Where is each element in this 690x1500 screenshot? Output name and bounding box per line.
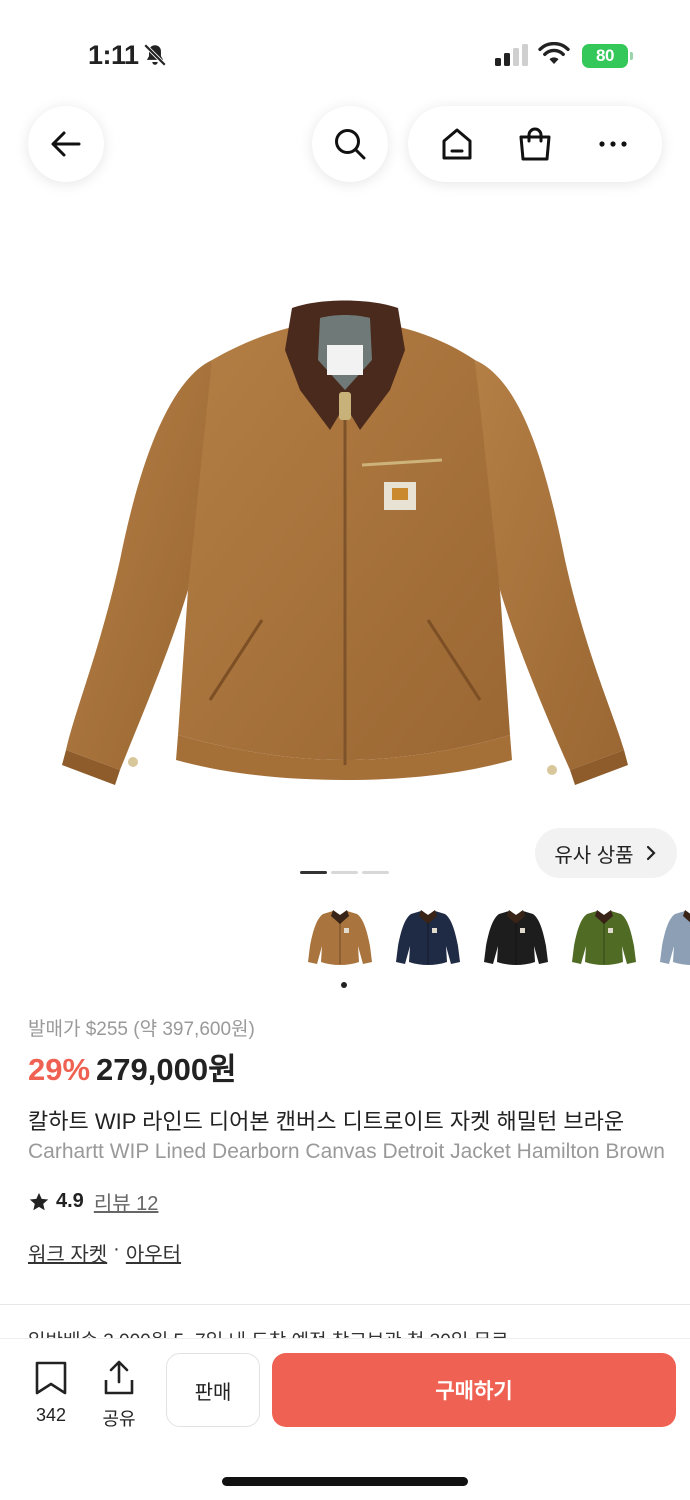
rating: 4.9 리뷰 12 bbox=[28, 1187, 158, 1216]
selected-thumbnail-indicator bbox=[341, 982, 347, 988]
search-icon bbox=[335, 129, 366, 160]
rating-score: 4.9 bbox=[56, 1190, 84, 1212]
color-thumbnail-navy[interactable] bbox=[393, 898, 463, 976]
discount-rate: 29% bbox=[28, 1052, 91, 1087]
more-button[interactable] bbox=[595, 126, 631, 162]
home-icon bbox=[442, 128, 472, 160]
wifi-icon bbox=[538, 42, 570, 64]
color-thumbnail-hamilton-brown[interactable] bbox=[305, 898, 375, 976]
current-price: 279,000원 bbox=[96, 1052, 237, 1087]
image-pagination bbox=[300, 871, 389, 874]
color-thumbnails bbox=[305, 898, 690, 976]
page-dot[interactable] bbox=[362, 871, 389, 874]
bookmark-button[interactable]: 342 bbox=[28, 1360, 74, 1426]
color-thumbnail-blue-gray[interactable] bbox=[657, 898, 690, 976]
home-button[interactable] bbox=[439, 126, 475, 162]
jacket-thumbnail-image bbox=[660, 910, 690, 965]
jacket-thumbnail-image bbox=[396, 910, 460, 965]
color-thumbnail-black[interactable] bbox=[481, 898, 551, 976]
home-indicator bbox=[222, 1477, 468, 1486]
sell-button[interactable]: 판매 bbox=[166, 1353, 260, 1427]
jacket-thumbnail-image bbox=[484, 910, 548, 965]
price-row: 29% 279,000원 bbox=[28, 1044, 237, 1089]
product-image[interactable] bbox=[0, 230, 690, 830]
share-icon bbox=[104, 1360, 134, 1395]
product-title-en: Carhartt WIP Lined Dearborn Canvas Detro… bbox=[28, 1140, 665, 1163]
jacket-thumbnail-image bbox=[308, 910, 372, 965]
reviews-link[interactable]: 리뷰 12 bbox=[94, 1187, 159, 1216]
cellular-signal-icon bbox=[495, 44, 528, 66]
star-icon bbox=[29, 1192, 49, 1210]
page-dot[interactable] bbox=[331, 871, 358, 874]
chevron-right-icon bbox=[646, 845, 656, 861]
shopping-bag-icon bbox=[519, 127, 551, 161]
category-link-work-jacket[interactable]: 워크 자켓 bbox=[28, 1238, 107, 1267]
similar-products-label: 유사 상품 bbox=[554, 844, 634, 867]
buy-button[interactable]: 구매하기 bbox=[272, 1353, 676, 1427]
share-button[interactable]: 공유 bbox=[96, 1360, 142, 1431]
section-divider bbox=[0, 1304, 690, 1305]
status-bar: 1:11 80 bbox=[0, 0, 690, 110]
release-price: 발매가 $255 (약 397,600원) bbox=[28, 1019, 255, 1040]
arrow-left-icon bbox=[51, 131, 81, 157]
status-time: 1:11 bbox=[88, 40, 139, 70]
search-button[interactable] bbox=[312, 106, 388, 182]
share-label: 공유 bbox=[102, 1409, 136, 1429]
bookmark-icon bbox=[35, 1361, 67, 1395]
more-horizontal-icon bbox=[599, 141, 627, 147]
category-separator: · bbox=[113, 1238, 120, 1260]
page-dot-active[interactable] bbox=[300, 871, 327, 874]
similar-products-button[interactable]: 유사 상품 bbox=[535, 828, 677, 878]
nav-action-group bbox=[408, 106, 662, 182]
category-link-outer[interactable]: 아우터 bbox=[126, 1238, 181, 1267]
product-title-ko: 칼하트 WIP 라인드 디어본 캔버스 디트로이트 자켓 해밀턴 브라운 bbox=[28, 1109, 625, 1134]
jacket-thumbnail-image bbox=[572, 910, 636, 965]
bell-off-icon bbox=[143, 43, 167, 67]
battery-indicator: 80 bbox=[582, 44, 633, 68]
cart-button[interactable] bbox=[517, 126, 553, 162]
category-links: 워크 자켓 · 아우터 bbox=[28, 1238, 181, 1267]
color-thumbnail-green[interactable] bbox=[569, 898, 639, 976]
bookmark-count: 342 bbox=[35, 1405, 67, 1425]
back-button[interactable] bbox=[28, 106, 104, 182]
